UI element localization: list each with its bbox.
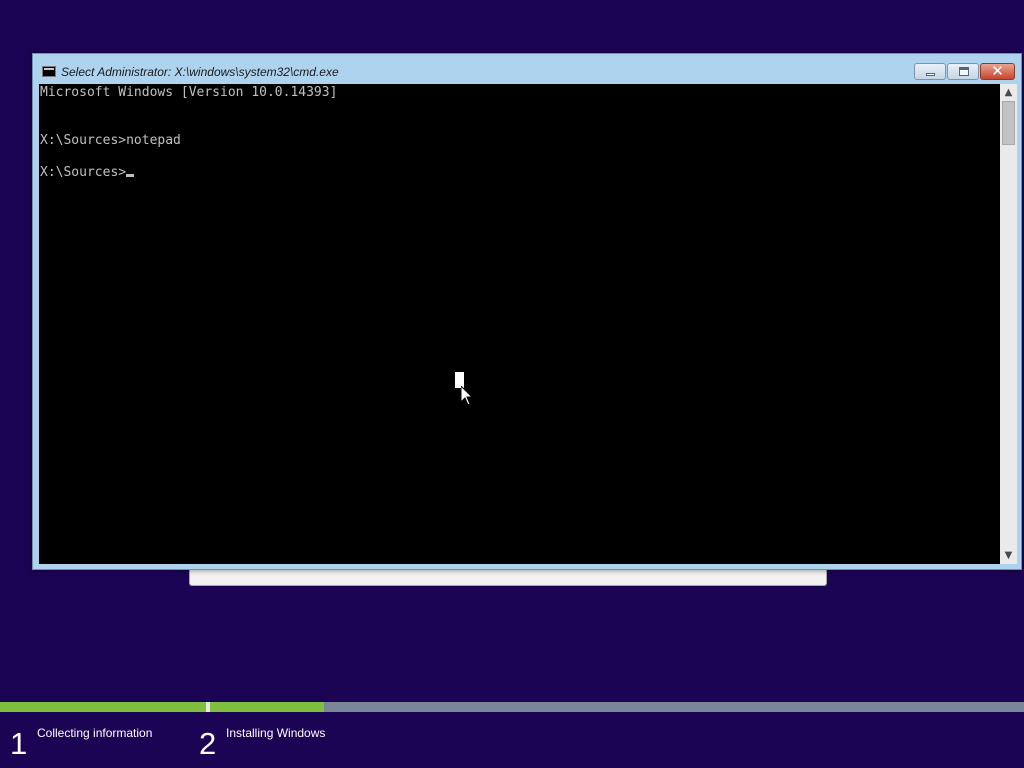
maximize-button[interactable] [947,63,979,80]
mouse-pointer-icon [461,386,473,406]
minimize-button[interactable] [914,63,946,80]
console-output[interactable]: Microsoft Windows [Version 10.0.14393] X… [39,84,1000,564]
console-prompt: X:\Sources> [40,165,127,180]
scroll-up-button[interactable]: ▲ [1000,84,1017,101]
setup-progress-bar [0,702,1024,712]
scroll-down-button[interactable]: ▼ [1000,547,1017,564]
title-bar[interactable]: Select Administrator: X:\windows\system3… [33,54,1021,84]
minimize-icon [926,73,935,76]
step-number: 1 [10,726,28,761]
vertical-scrollbar[interactable]: ▲ ▼ [1000,84,1017,564]
scroll-thumb[interactable] [1002,101,1015,145]
progress-step1-fill [0,702,206,712]
maximize-icon [959,67,969,76]
close-icon: ✕ [991,62,1004,80]
step-label: Installing Windows [226,726,326,740]
step-number: 2 [199,726,217,761]
cmd-icon [42,66,56,77]
window-title: Select Administrator: X:\windows\system3… [61,65,339,79]
progress-step2-track [210,702,1024,712]
step-label: Collecting information [37,726,153,740]
text-cursor [126,174,135,177]
console-line: X:\Sources>notepad [40,133,181,148]
console-prompt-line: X:\Sources> [40,165,135,181]
progress-step2-fill [210,702,324,712]
cmd-window[interactable]: Select Administrator: X:\windows\system3… [32,53,1022,570]
close-button[interactable]: ✕ [980,62,1015,80]
console-line: Microsoft Windows [Version 10.0.14393] [40,85,338,100]
